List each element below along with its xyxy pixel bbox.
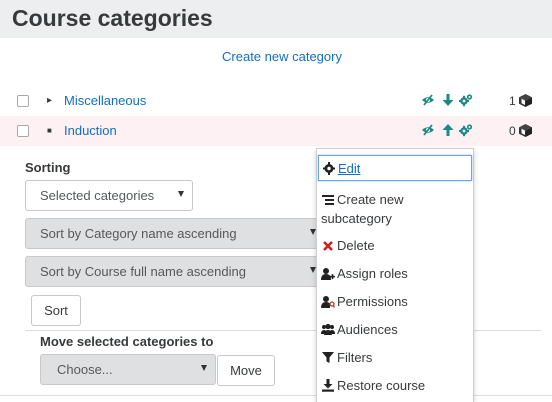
restore-icon <box>321 379 335 392</box>
menu-item-audiences[interactable]: Audiences <box>317 320 473 339</box>
move-button[interactable]: Move <box>217 355 275 386</box>
category-row-induction: ■ Induction 0 <box>0 116 552 146</box>
create-new-category-link[interactable]: Create new category <box>0 49 552 64</box>
menu-item-label: Audiences <box>337 322 398 337</box>
sort-scope-select[interactable]: Selected categories <box>25 180 193 211</box>
cogs-icon[interactable] <box>459 93 473 107</box>
cogs-icon[interactable] <box>459 123 473 137</box>
category-sort-select[interactable]: Sort by Category name ascending <box>25 218 325 249</box>
category-checkbox[interactable] <box>17 95 29 107</box>
category-name-link[interactable]: Miscellaneous <box>64 93 146 109</box>
menu-item-label: Edit <box>338 161 361 176</box>
move-up-icon[interactable] <box>441 123 455 137</box>
expand-arrow-icon[interactable]: ▸ <box>47 93 52 109</box>
menu-item-restore-course[interactable]: Restore course <box>317 376 473 395</box>
delete-x-icon <box>321 239 335 252</box>
leaf-square-icon: ■ <box>47 126 52 135</box>
sort-button[interactable]: Sort <box>31 295 81 326</box>
permissions-icon <box>321 295 335 308</box>
list-icon <box>321 193 335 206</box>
course-cube-icon <box>518 123 533 138</box>
menu-item-label: Filters <box>337 350 373 365</box>
sorting-label: Sorting <box>25 160 71 175</box>
category-name-link[interactable]: Induction <box>64 123 117 139</box>
menu-item-label: Assign roles <box>337 266 408 281</box>
move-target-value: Choose... <box>57 362 113 377</box>
course-sort-select[interactable]: Sort by Course full name ascending <box>25 256 325 287</box>
assign-roles-icon <box>321 267 335 280</box>
page-header: Course categories <box>0 0 552 38</box>
hide-eye-icon[interactable] <box>421 93 435 107</box>
move-down-icon[interactable] <box>441 93 455 107</box>
dropdown-caret-icon <box>201 365 207 371</box>
menu-item-label: Delete <box>337 238 375 253</box>
menu-item-assign-roles[interactable]: Assign roles <box>317 264 473 283</box>
category-row-miscellaneous: ▸ Miscellaneous 1 <box>0 86 552 116</box>
course-cube-icon <box>518 93 533 108</box>
menu-item-permissions[interactable]: Permissions <box>317 292 473 311</box>
category-sort-value: Sort by Category name ascending <box>40 226 237 241</box>
course-count: 0 <box>509 124 516 138</box>
menu-item-label-line2: subcategory <box>321 211 392 226</box>
menu-item-filters[interactable]: Filters <box>317 348 473 367</box>
category-actions-menu: Edit Create new subcategory Delete Assig… <box>316 148 474 402</box>
page-title: Course categories <box>12 5 213 31</box>
menu-item-label: Permissions <box>337 294 408 309</box>
dropdown-caret-icon <box>178 191 184 197</box>
filter-icon <box>321 351 335 364</box>
menu-item-delete[interactable]: Delete <box>317 236 473 255</box>
course-count: 1 <box>509 94 516 108</box>
move-target-select[interactable]: Choose... <box>40 354 216 385</box>
course-sort-value: Sort by Course full name ascending <box>40 264 246 279</box>
menu-item-edit[interactable]: Edit <box>318 155 472 181</box>
gear-icon <box>322 162 336 175</box>
sort-scope-value: Selected categories <box>40 188 155 203</box>
menu-item-create-subcategory[interactable]: Create new subcategory <box>317 190 473 228</box>
menu-item-label-line1: Create new <box>337 192 404 207</box>
category-checkbox[interactable] <box>17 125 29 137</box>
menu-item-label: Restore course <box>337 378 426 393</box>
hide-eye-icon[interactable] <box>421 123 435 137</box>
move-categories-label: Move selected categories to <box>40 334 214 349</box>
users-icon <box>321 323 335 336</box>
